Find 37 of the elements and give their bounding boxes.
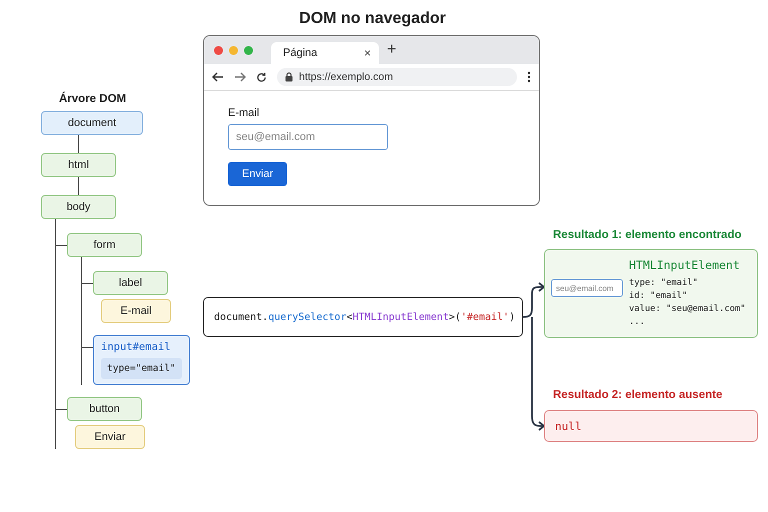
submit-button[interactable]: Enviar [228,162,288,186]
node-name: input#email [101,341,171,353]
input-field[interactable]: seu@email.com [551,279,623,297]
maximize-dot-icon[interactable] [244,46,253,54]
code-box: document.querySelector<HTMLInputElement>('#email') [203,297,523,337]
minimize-dot-icon[interactable] [229,46,238,54]
reload-icon[interactable] [256,72,267,82]
forward-icon[interactable] [234,72,246,82]
email-field[interactable]: seu@email.com [228,124,388,150]
result-title: Resultado 1: elemento encontrado [553,229,742,241]
address-bar[interactable]: https://exemplo.com [277,68,517,86]
lock-icon [285,72,293,82]
diagram-title: DOM no navegador [298,10,447,28]
dom-node: html [41,153,116,177]
property-line: ... [629,317,646,327]
type-name: HTMLInputElement [629,258,741,272]
attribute-chip: type="email" [101,358,182,379]
dom-node: form [67,233,142,257]
property-line: id: "email" [629,291,688,301]
dom-node: body [41,195,116,219]
result-title: Resultado 2: elemento ausente [553,389,722,401]
tree-title: Árvore DOM [59,93,126,105]
text-node: Enviar [75,425,145,449]
back-icon[interactable] [212,72,224,82]
browser-tab[interactable]: Página × [271,42,379,64]
dom-node: button [67,397,142,421]
field-label: E-mail [228,107,260,119]
property-line: type: "email" [629,278,699,288]
dom-node: label [93,271,168,295]
new-tab-button[interactable]: + [387,41,396,59]
text-node: E-mail [101,299,171,323]
null-value: null [555,420,582,432]
tab-close-button[interactable]: × [364,46,371,60]
close-dot-icon[interactable] [214,46,223,54]
menu-icon[interactable] [527,71,531,83]
property-line: value: "seu@email.com" [629,304,746,314]
dom-node: document [41,111,143,135]
